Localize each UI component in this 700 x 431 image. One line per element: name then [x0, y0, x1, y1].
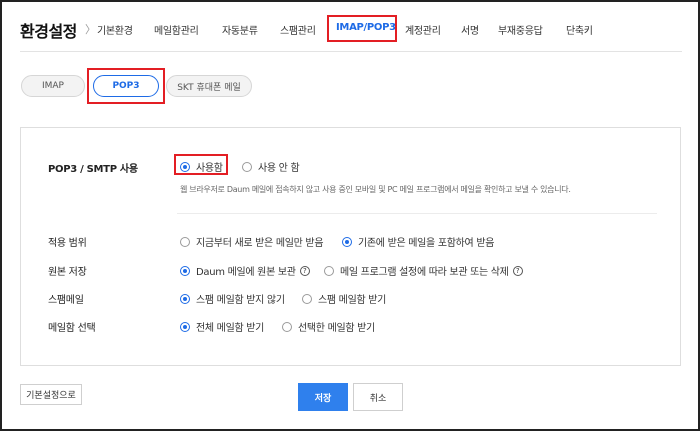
subtab-imap[interactable]: IMAP	[21, 75, 85, 97]
mailbox-selected-radio[interactable]: 선택한 메일함 받기	[282, 319, 375, 334]
scope-new-only-radio[interactable]: 지금부터 새로 받은 메일만 받음	[180, 234, 324, 249]
subtab-skt-mail[interactable]: SKT 휴대폰 메일	[166, 75, 252, 97]
pop3-description: 웹 브라우저로 Daum 메일에 접속하지 않고 사용 중인 모바일 및 PC …	[180, 185, 571, 194]
radio-unchecked-icon[interactable]	[302, 293, 312, 304]
original-save-label: 원본 저장	[48, 267, 87, 278]
radio-unchecked-icon[interactable]	[180, 236, 190, 247]
pop3-use-off-radio[interactable]: 사용 안 함	[242, 159, 300, 174]
radio-checked-icon[interactable]	[180, 321, 190, 332]
help-icon[interactable]: ?	[299, 265, 310, 276]
radio-checked-icon[interactable]	[180, 265, 190, 276]
radio-unchecked-icon[interactable]	[324, 265, 334, 276]
spam-mail-label: 스팸메일	[48, 295, 84, 306]
tab-account[interactable]: 계정관리	[405, 22, 441, 37]
spam-receive-radio[interactable]: 스팸 메일함 받기	[302, 291, 386, 306]
tab-basic[interactable]: 기본환경	[97, 22, 133, 37]
tab-auto-reply[interactable]: 부재중응답	[498, 22, 543, 37]
chevron-right-icon: 〉	[85, 23, 96, 36]
top-navigation: 환경설정 〉 기본환경 메일함관리 자동분류 스팸관리 IMAP/POP3 계정…	[0, 0, 700, 50]
section-divider	[177, 213, 657, 214]
apply-scope-label: 적용 범위	[48, 238, 87, 249]
save-button[interactable]: 저장	[298, 383, 348, 411]
mailbox-all-radio[interactable]: 전체 메일함 받기	[180, 319, 264, 334]
radio-unchecked-icon[interactable]	[282, 321, 292, 332]
cancel-button[interactable]: 취소	[353, 383, 403, 411]
tab-autosort[interactable]: 자동분류	[222, 22, 258, 37]
save-by-program-radio[interactable]: 메일 프로그램 설정에 따라 보관 또는 삭제 ?	[324, 263, 523, 278]
pop3-smtp-label: POP3 / SMTP 사용	[48, 164, 138, 175]
radio-checked-icon[interactable]	[342, 236, 352, 247]
radio-unchecked-icon[interactable]	[242, 161, 252, 172]
tab-spam[interactable]: 스팸관리	[280, 22, 316, 37]
help-icon[interactable]: ?	[512, 265, 523, 276]
highlight-box	[327, 15, 397, 42]
spam-not-receive-radio[interactable]: 스팸 메일함 받지 않기	[180, 291, 285, 306]
tab-signature[interactable]: 서명	[461, 22, 479, 37]
reset-defaults-button[interactable]: 기본설정으로	[20, 384, 82, 405]
highlight-box	[174, 154, 228, 175]
radio-checked-icon[interactable]	[180, 293, 190, 304]
tab-mailbox[interactable]: 메일함관리	[154, 22, 199, 37]
highlight-box	[87, 68, 165, 104]
tab-shortcut[interactable]: 단축키	[566, 22, 593, 37]
header-divider	[20, 51, 682, 52]
scope-include-existing-radio[interactable]: 기존에 받은 메일을 포함하여 받음	[342, 234, 494, 249]
save-original-daum-radio[interactable]: Daum 메일에 원본 보관 ?	[180, 263, 310, 278]
page-title: 환경설정	[20, 22, 77, 41]
mailbox-select-label: 메일함 선택	[48, 323, 96, 334]
